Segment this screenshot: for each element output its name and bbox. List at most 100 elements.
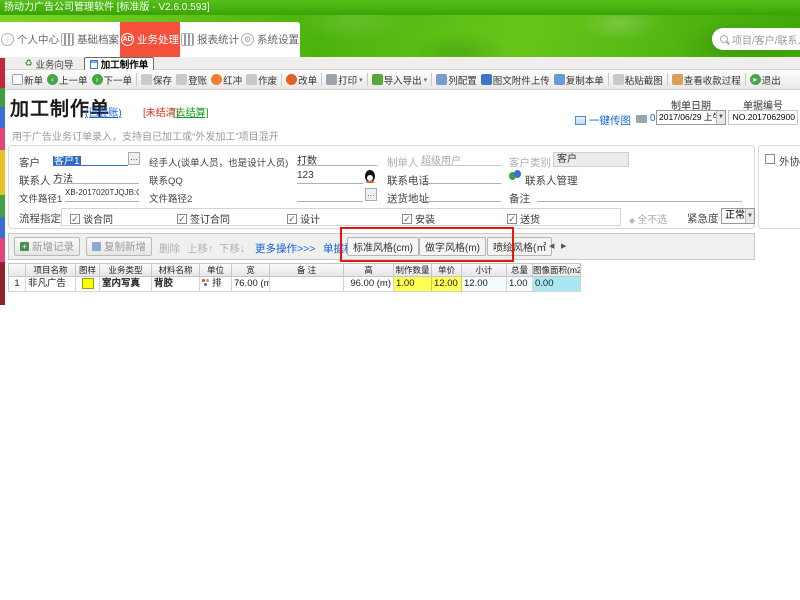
phone-field[interactable] [421, 170, 501, 184]
category-field: 客户 [553, 152, 629, 167]
outsource-checkbox[interactable] [765, 154, 775, 164]
checkbox-checked-icon[interactable] [402, 214, 412, 224]
tab-business-wizard[interactable]: ♻ 业务向导 [18, 57, 80, 70]
cell-image-area[interactable]: 0.00 [533, 277, 581, 292]
one-click-image-link[interactable]: 一键传图 [575, 113, 631, 128]
order-date-input[interactable]: 2017/06/29 上午 10:5 ▼ [656, 110, 726, 125]
cell-remark[interactable] [270, 277, 344, 292]
chevron-down-icon[interactable]: ▼ [745, 209, 754, 223]
print-count[interactable]: 0 [636, 113, 656, 124]
qq-icon[interactable] [365, 170, 375, 182]
customer-field[interactable]: 客户1 [53, 152, 128, 166]
move-down-button[interactable]: 下移↓ [219, 241, 245, 256]
remark-label: 备注 [509, 191, 530, 206]
save-button[interactable]: 保存 [139, 71, 174, 89]
order-page: 加工制作单 (已登账) [未结清] [去结算] 一键传图 0 制单日期 2017… [0, 90, 800, 600]
red-flush-icon [211, 74, 222, 85]
step-design[interactable]: 设计 [287, 211, 320, 226]
step-delivery[interactable]: 送货 [507, 211, 540, 226]
register-button[interactable]: 登账 [174, 71, 209, 89]
style-inkjet-button[interactable]: 喷绘风格(㎡ [487, 237, 552, 256]
modify-order-button[interactable]: 改单 [284, 71, 319, 89]
copy-icon [554, 74, 565, 85]
chevron-down-icon[interactable]: ▼ [716, 111, 725, 124]
style-lettering-button[interactable]: 做字风格(m) [419, 237, 486, 256]
tab-processing-order[interactable]: 加工制作单 [84, 57, 154, 70]
nav-item-personal[interactable]: ◦ 个人中心 [0, 22, 60, 57]
nav-label: 业务处理 [137, 32, 179, 47]
red-flush-button[interactable]: 红冲 [209, 71, 244, 89]
dock-strip [0, 58, 5, 305]
more-operations-link[interactable]: 更多操作>>> [255, 241, 315, 256]
checkbox-checked-icon[interactable] [177, 214, 187, 224]
new-order-button[interactable]: 新单 [10, 71, 45, 89]
file-path1-label: 文件路径1 [19, 191, 62, 205]
deselect-all-link[interactable]: 全不选 [629, 211, 667, 226]
next-order-button[interactable]: ›下一单 [90, 71, 135, 89]
cell-subtotal[interactable]: 12.00 [462, 277, 507, 292]
cell-qty[interactable]: 1.00 [394, 277, 432, 292]
col-business-type: 业务类型 [100, 263, 152, 277]
nav-item-archives[interactable]: 基础档案 [60, 22, 120, 57]
nav-item-business[interactable]: AD 业务处理 [120, 22, 180, 57]
attachment-upload-button[interactable]: 图文附件上传 [479, 71, 552, 89]
cell-sample[interactable] [76, 277, 100, 292]
customer-picker-button[interactable]: … [128, 152, 140, 165]
settle-link[interactable]: [去结算] [173, 104, 209, 119]
contact-management-link[interactable]: 联系人管理 [525, 173, 578, 188]
col-qty: 制作数量 [394, 263, 432, 277]
print-button[interactable]: 打印 [324, 71, 365, 89]
remark-field[interactable] [537, 188, 742, 202]
step-sign-contract[interactable]: 签订合同 [177, 211, 230, 226]
file-path2-field[interactable] [297, 188, 363, 202]
ad-badge-icon: AD [121, 33, 134, 46]
copy-order-button[interactable]: 复制本单 [552, 71, 606, 89]
checkbox-checked-icon[interactable] [507, 214, 517, 224]
style-standard-button[interactable]: 标准风格(cm) [347, 237, 419, 256]
cell-business-type[interactable]: 室内写真 [100, 277, 152, 292]
checkbox-checked-icon[interactable] [70, 214, 80, 224]
maker-label: 制单人 [387, 155, 419, 170]
checkbox-checked-icon[interactable] [287, 214, 297, 224]
customer-label: 客户 [19, 155, 40, 170]
cell-price[interactable]: 12.00 [432, 277, 462, 292]
cell-material[interactable]: 背胶 [152, 277, 200, 292]
col-project: 项目名称 [26, 263, 76, 277]
column-config-button[interactable]: 列配置 [434, 71, 479, 89]
urgency-select[interactable]: 正常 ▼ [721, 208, 755, 224]
global-search-input[interactable]: 项目/客户/联系人/电话 [712, 28, 800, 50]
step-install[interactable]: 安装 [402, 211, 435, 226]
copy-add-button[interactable]: 复制新增 [86, 237, 152, 256]
view-payment-button[interactable]: 查看收款过程 [670, 71, 743, 89]
paste-screenshot-button[interactable]: 粘贴截图 [611, 71, 665, 89]
scroll-right-button[interactable]: ▶ [561, 242, 566, 250]
cell-project[interactable]: 非凡广告 [26, 277, 76, 292]
step-negotiate-contract[interactable]: 谈合同 [70, 211, 113, 226]
paste-icon [613, 74, 624, 85]
file-path1-field[interactable]: XB-2017020TJQJB:C:\Users [65, 188, 139, 202]
items-table: 项目名称 图样 业务类型 材料名称 单位 宽 备 注 高 制作数量 单价 小计 … [8, 263, 581, 292]
arrow-right-icon: › [92, 74, 103, 85]
void-button[interactable]: 作废 [244, 71, 279, 89]
exit-button[interactable]: ▸退出 [748, 71, 783, 89]
cell-height[interactable]: 96.00 (m) [344, 277, 394, 292]
tab-label: 业务向导 [36, 57, 74, 71]
doc-no-input[interactable]: NO.2017062900 [728, 110, 798, 125]
add-record-button[interactable]: +新增记录 [14, 237, 80, 256]
import-export-button[interactable]: 导入导出 [370, 71, 430, 89]
nav-item-settings[interactable]: ⚙ 系统设置 [240, 22, 300, 57]
cell-width[interactable]: 76.00 (m) [232, 277, 270, 292]
move-up-button[interactable]: 上移↑ [187, 241, 213, 256]
prev-order-button[interactable]: ‹上一单 [45, 71, 90, 89]
cell-total[interactable]: 1.00 [507, 277, 533, 292]
file-path2-picker-button[interactable]: … [365, 188, 377, 201]
cell-unit[interactable]: 排 [200, 277, 232, 292]
nav-item-reports[interactable]: 报表统计 [180, 22, 240, 57]
delete-record-button[interactable]: 删除 [159, 241, 180, 256]
handler-field[interactable]: 打数 [297, 152, 377, 166]
address-field[interactable] [421, 188, 501, 202]
contact-field[interactable]: 方法 [53, 170, 139, 184]
qq-field[interactable]: 123 [297, 170, 363, 184]
scroll-left-button[interactable]: ◀ [549, 242, 554, 250]
registered-link[interactable]: (已登账) [85, 104, 122, 119]
